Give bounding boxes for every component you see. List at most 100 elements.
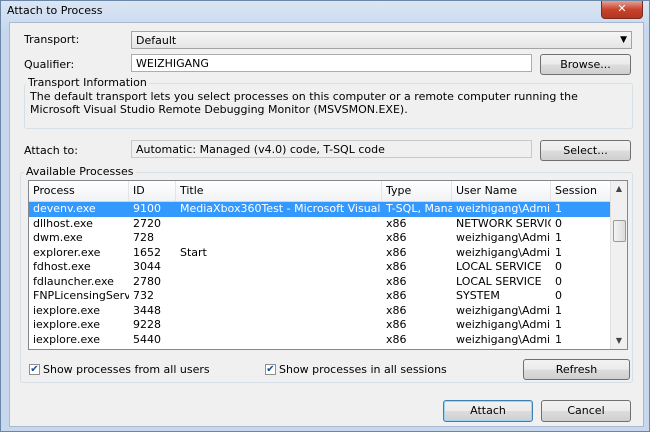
cell-session: 1 [555,202,562,215]
cell-type: x86 [386,303,407,317]
cell-session: 0 [555,216,562,230]
cell-process: fdlauncher.exe [33,274,114,288]
qualifier-input[interactable]: WEIZHIGANG [131,54,532,72]
attach-to-value-box: Automatic: Managed (v4.0) code, T-SQL co… [131,140,532,158]
select-button[interactable]: Select... [540,140,631,161]
process-row[interactable]: fdlauncher.exe 2780 x86 LOCAL SERVICE 0 [29,275,612,290]
cell-type: x86 [386,332,407,346]
refresh-button[interactable]: Refresh [523,359,630,380]
window-title: Attach to Process [7,4,103,17]
transport-dropdown[interactable]: Default ▼ [131,31,632,49]
cell-type: x86 [386,289,407,302]
cell-id: 6264 [129,347,176,349]
column-header-session[interactable]: Session [551,181,612,201]
dropdown-arrow-icon: ▼ [620,35,627,45]
cell-session: 1 [551,347,612,349]
process-row[interactable]: devenv.exe 9100 MediaXbox360Test - Microso… [29,202,612,217]
cancel-button[interactable]: Cancel [541,400,631,422]
cell-type: T-SQL, Mana... [386,202,452,215]
process-row[interactable]: FNPLicensingService.... 732 x86 SYSTEM 0 [29,289,612,304]
cell-user-name: weizhigang\Adminis... [456,245,551,259]
browse-button[interactable]: Browse... [540,54,631,75]
column-header-id[interactable]: ID [129,181,176,201]
title-bar[interactable]: Attach to Process ✕ [1,1,649,21]
cell-session: 0 [555,274,562,288]
column-header-user-name[interactable]: User Name [452,181,551,201]
column-header-process[interactable]: Process [29,181,129,201]
cell-process: iexplore.exe [33,332,100,346]
cell-process: iexplore.exe [33,318,100,331]
cell-user-name: weizhigang\Adminis... [456,202,551,215]
qualifier-label: Qualifier: [24,58,75,71]
cell-title: Start [180,245,207,259]
cell-process: dwm.exe [33,231,83,244]
attach-to-value: Automatic: Managed (v4.0) code, T-SQL co… [136,143,385,156]
show-all-sessions-checkbox[interactable]: ✔ [265,364,276,375]
cell-id: 3448 [133,303,161,317]
cell-session: 1 [555,332,562,346]
process-row[interactable]: iexplore.exe 9228 x86 weizhigang\Adminis...… [29,318,612,333]
cell-user-name: weizhigang\Adminis... [456,231,551,244]
cell-type: x86 [386,216,407,230]
cell-user-name: NETWORK SERVICE [456,216,551,230]
cell-session: 1 [555,245,562,259]
cell-user-name: LOCAL SERVICE [456,260,542,273]
cell-id: 3044 [133,260,161,273]
show-all-sessions-label[interactable]: Show processes in all sessions [279,363,447,376]
qualifier-value: WEIZHIGANG [136,57,209,70]
cell-id: 2780 [133,274,161,288]
cell-session: 1 [555,318,562,331]
transport-info-text: The default transport lets you select pr… [30,90,578,116]
cell-type: x86 [386,260,407,273]
cell-type: x86 [386,245,407,259]
process-list-scrollbar[interactable]: ▲ ▼ [610,181,627,349]
close-button[interactable]: ✕ [601,1,643,19]
cell-user-name: LOCAL SERVICE [456,274,542,288]
cell-type: x86 [386,274,407,288]
process-rows: devenv.exe 9100 MediaXbox360Test - Microso… [29,202,612,349]
cell-id: 728 [133,231,154,244]
cell-id: 5440 [133,332,161,346]
process-row[interactable]: fdhost.exe 3044 x86 LOCAL SERVICE 0 [29,260,612,275]
cell-process: iexplore.exe [33,303,100,317]
cell-process: FNPLicensingService.... [33,289,129,302]
process-row[interactable]: dwm.exe 728 x86 weizhigang\Adminis... 1 [29,231,612,246]
column-header-title[interactable]: Title [176,181,382,201]
transport-info-title: Transport Information [26,76,149,89]
transport-value: Default [136,34,177,47]
cell-id: 9100 [133,202,161,215]
cell-user-name: weizhigang\Adminis... [452,347,551,349]
show-all-users-checkbox[interactable]: ✔ [29,364,40,375]
cell-id: 732 [133,289,154,302]
dialog-client-area: Transport: Default ▼ Qualifier: WEIZHIGA… [9,22,644,427]
column-header-type[interactable]: Type [382,181,452,201]
process-row[interactable]: iexplore.exe6264 x86weizhigang\Adminis...… [29,347,612,349]
attach-to-label: Attach to: [24,144,78,157]
cell-session: 1 [555,231,562,244]
cell-session: 0 [555,289,562,302]
cell-id: 1652 [133,245,161,259]
show-all-users-label[interactable]: Show processes from all users [43,363,210,376]
cell-title: MediaXbox360Test - Microsoft Visual Stud… [180,202,382,215]
scrollbar-thumb[interactable] [613,220,626,242]
cell-id: 9228 [133,318,161,331]
cell-id: 2720 [133,216,161,230]
cell-session: 1 [555,303,562,317]
scroll-down-icon[interactable]: ▼ [611,333,627,349]
attach-button[interactable]: Attach [443,400,533,422]
cell-user-name: weizhigang\Adminis... [456,303,551,317]
cell-type: x86 [386,231,407,244]
cell-process: fdhost.exe [33,260,91,273]
checkmark-icon: ✔ [30,364,39,375]
cell-process: devenv.exe [33,202,96,215]
transport-label: Transport: [24,33,80,46]
process-row[interactable]: iexplore.exe 5440 x86 weizhigang\Adminis...… [29,333,612,348]
process-row[interactable]: explorer.exe 1652 Start x86 weizhigang\Admin… [29,246,612,261]
cell-process: explorer.exe [33,245,101,259]
process-row[interactable]: dllhost.exe 2720 x86 NETWORK SERVICE 0 [29,217,612,232]
cell-session: 0 [555,260,562,273]
scroll-up-icon[interactable]: ▲ [611,181,627,197]
process-row[interactable]: iexplore.exe 3448 x86 weizhigang\Adminis...… [29,304,612,319]
checkmark-icon: ✔ [266,364,275,375]
process-list[interactable]: Process ID Title Type User Name Session … [28,180,628,350]
